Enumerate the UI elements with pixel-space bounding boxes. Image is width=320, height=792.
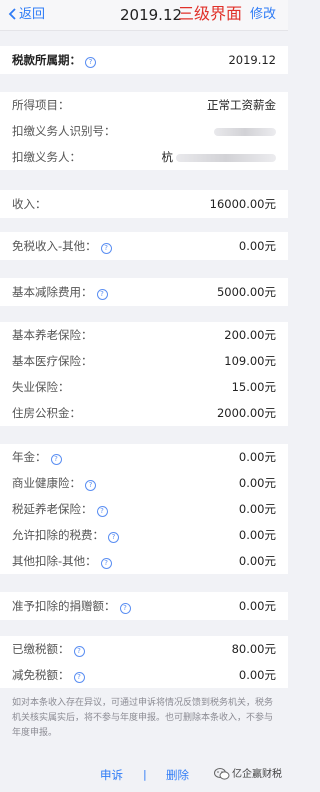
annotation-text: 三级界面 [178,4,243,23]
help-icon[interactable]: ? [50,454,62,465]
other-deduction-label: 其他扣除-其他： [12,554,97,568]
deduction-row: 商业健康险：? 0.00元 [0,470,288,496]
annuity-label: 年金： [12,450,47,464]
back-label: 返回 [19,7,46,22]
paid-tax-value: 80.00元 [231,642,276,656]
help-icon[interactable]: ? [108,532,119,543]
donation-value: 0.00元 [238,599,276,613]
income-value: 16000.00元 [209,197,276,211]
deduction-row: 年金：? 0.00元 [0,444,288,470]
income-label: 收入： [12,197,47,211]
watermark-text: 亿企赢财税 [232,769,282,780]
chevron-left-icon [8,8,16,20]
appeal-button[interactable]: 申诉 [100,764,123,786]
donation-label: 准予扣除的捐赠额： [12,599,116,613]
donation-row: 准予扣除的捐赠额：? 0.00元 [0,592,288,620]
unemployment-insurance-label: 失业保险： [12,380,70,394]
period-section: 税款所属期：? 2019.12 [0,46,288,74]
donation-section: 准予扣除的捐赠额：? 0.00元 [0,592,288,620]
period-value: 2019.12 [228,53,276,67]
income-row: 收入： 16000.00元 [0,190,288,218]
tax-row: 已缴税额：? 80.00元 [0,636,288,662]
paid-tax-label: 已缴税额： [12,642,70,656]
allowed-tax-fee-value: 0.00元 [238,528,276,542]
income-item-row: 所得项目： 正常工资薪金 [0,92,288,118]
annuity-value: 0.00元 [238,450,276,464]
deferred-pension-label: 税延养老保险： [12,502,93,516]
dispute-note: 如对本条收入存在异议，可通过申诉将情况反馈到税务机关，税务机关核实属实后，将不参… [12,698,274,738]
page-title: 2019.12 [120,6,183,24]
agent-name-label: 扣缴义务人： [12,150,81,164]
basic-deduction-row: 基本减除费用：? 5000.00元 [0,278,288,306]
health-insurance-label: 商业健康险： [12,476,81,490]
deduction-row: 允许扣除的税费：? 0.00元 [0,522,288,548]
watermark: 亿企赢财税 [214,765,282,785]
tax-section: 已缴税额：? 80.00元 减免税额：? 0.00元 [0,636,288,688]
tax-free-value: 0.00元 [238,239,276,253]
tax-free-label: 免税收入-其他： [12,239,97,253]
health-insurance-value: 0.00元 [238,476,276,490]
agent-id-value-redacted [214,118,276,144]
insurance-row: 失业保险： 15.00元 [0,374,288,400]
insurance-row: 住房公积金： 2000.00元 [0,400,288,426]
back-button[interactable]: 返回 [8,6,45,24]
allowed-tax-fee-label: 允许扣除的税费： [12,528,104,542]
help-icon[interactable]: ? [100,243,112,254]
help-icon[interactable]: ? [96,506,108,517]
agent-id-label: 扣缴义务人识别号： [12,124,116,138]
reduced-tax-label: 减免税额： [12,668,70,682]
basic-deduction-section: 基本减除费用：? 5000.00元 [0,278,288,306]
reduced-tax-value: 0.00元 [238,668,276,682]
income-item-label: 所得项目： [12,98,70,112]
agent-id-row: 扣缴义务人识别号： [0,118,288,144]
basic-deduction-label: 基本减除费用： [12,285,93,299]
help-icon[interactable]: ? [96,289,108,300]
help-icon[interactable]: ? [85,57,96,68]
pension-insurance-label: 基本养老保险： [12,328,93,342]
help-icon[interactable]: ? [100,558,112,569]
unemployment-insurance-value: 15.00元 [231,380,276,394]
insurance-row: 基本医疗保险： 109.00元 [0,348,288,374]
period-row: 税款所属期：? 2019.12 [0,46,288,74]
tax-free-section: 免税收入-其他：? 0.00元 [0,232,288,260]
deferred-pension-value: 0.00元 [238,502,276,516]
tax-row: 减免税额：? 0.00元 [0,662,288,688]
info-section: 所得项目： 正常工资薪金 扣缴义务人识别号： 扣缴义务人： 杭 [0,92,288,170]
tax-free-row: 免税收入-其他：? 0.00元 [0,232,288,260]
insurance-row: 基本养老保险： 200.00元 [0,322,288,348]
medical-insurance-label: 基本医疗保险： [12,354,93,368]
help-icon[interactable]: ? [85,480,96,491]
action-separator: | [143,768,147,781]
other-deductions-section: 年金：? 0.00元 商业健康险：? 0.00元 税延养老保险：? 0.00元 … [0,444,288,574]
period-label: 税款所属期： [12,53,81,67]
insurance-section: 基本养老保险： 200.00元 基本医疗保险： 109.00元 失业保险： 15… [0,322,288,426]
delete-button[interactable]: 删除 [166,764,189,786]
agent-name-partial: 杭 [161,150,174,164]
edit-button[interactable]: 修改 [250,6,276,24]
agent-name-value: 杭 [161,144,276,170]
deduction-row: 其他扣除-其他：? 0.00元 [0,548,288,574]
deduction-row: 税延养老保险：? 0.00元 [0,496,288,522]
other-deduction-value: 0.00元 [238,554,276,568]
pension-insurance-value: 200.00元 [224,328,276,342]
medical-insurance-value: 109.00元 [224,354,276,368]
income-item-value: 正常工资薪金 [207,98,276,112]
income-section: 收入： 16000.00元 [0,190,288,218]
basic-deduction-value: 5000.00元 [216,285,276,299]
wechat-logo-icon [214,768,230,780]
help-icon[interactable]: ? [119,603,131,614]
help-icon[interactable]: ? [73,646,85,657]
housing-fund-value: 2000.00元 [216,406,276,420]
agent-name-row: 扣缴义务人： 杭 [0,144,288,170]
help-icon[interactable]: ? [73,672,85,683]
housing-fund-label: 住房公积金： [12,406,81,420]
navigation-bar: 返回 2019.12 三级界面 修改 [0,0,288,31]
